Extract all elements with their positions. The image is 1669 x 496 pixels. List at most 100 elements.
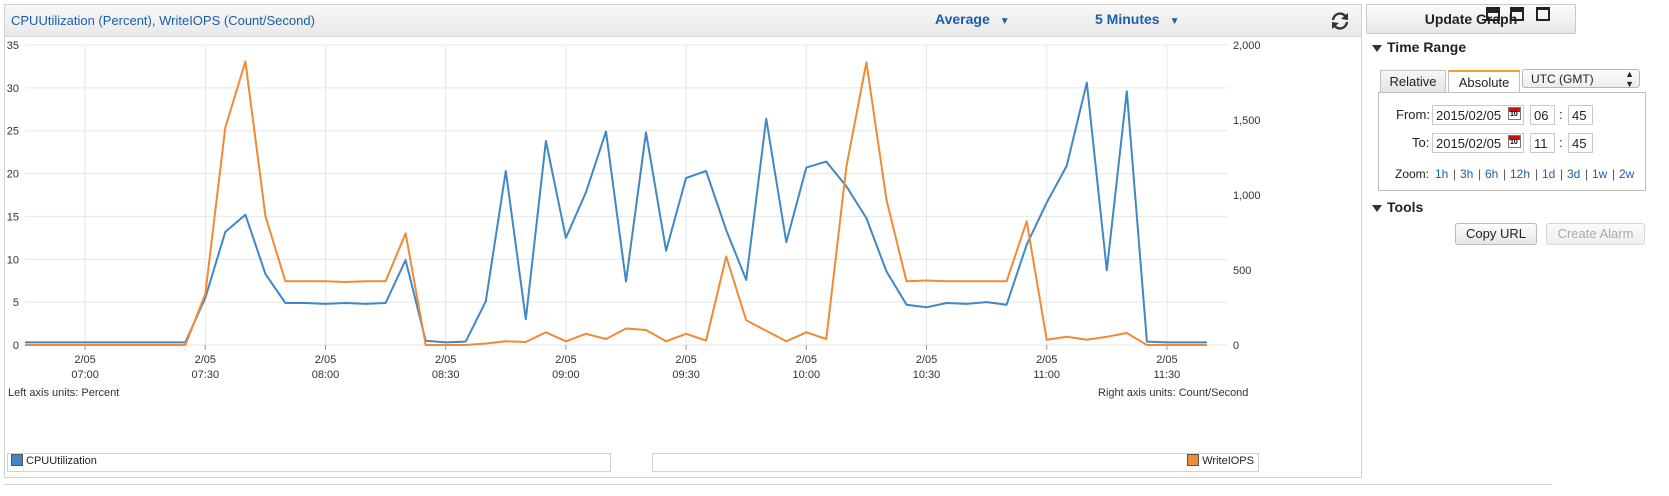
statistic-value: Average (935, 11, 990, 27)
right-tick-label: 1,000 (1233, 190, 1261, 202)
x-tick-date: 2/05 (675, 354, 696, 366)
zoom-separator: | (1453, 167, 1457, 181)
statistic-dropdown[interactable]: Average ▼ (935, 11, 1010, 27)
x-tick-date: 2/05 (315, 354, 336, 366)
zoom-separator: | (1478, 167, 1482, 181)
chevron-down-icon: ▼ (1169, 16, 1180, 27)
legend-right[interactable]: WriteIOPS (652, 453, 1259, 472)
x-tick-time: 10:30 (913, 369, 941, 381)
right-tick-label: 1,500 (1233, 115, 1261, 127)
right-axis-units: Right axis units: Count/Second (1098, 387, 1249, 399)
x-axis: 2/05 07:00 2/05 07:30 2/05 08:00 2/05 08:30 2/05… (71, 345, 1180, 381)
to-hour-field[interactable]: 11 (1530, 133, 1555, 153)
bottom-divider (4, 484, 1552, 485)
right-tick-label: 500 (1233, 265, 1251, 277)
zoom-1d[interactable]: 1d (1542, 167, 1555, 181)
to-time-separator: : (1559, 135, 1563, 150)
double-graph-icon[interactable] (1510, 7, 1524, 21)
x-tick-time: 09:30 (672, 369, 700, 381)
zoom-separator: | (1560, 167, 1564, 181)
absolute-range-panel: From: 2015/02/05 10 06 : 45 To: 2015/02/… (1378, 92, 1646, 191)
left-axis: 0 5 10 15 20 25 30 35 (7, 40, 19, 352)
right-tick-label: 2,000 (1233, 40, 1261, 52)
tools-title-text: Tools (1387, 199, 1424, 215)
x-tick-date: 2/05 (555, 354, 576, 366)
x-tick-date: 2/05 (796, 354, 817, 366)
create-alarm-button: Create Alarm (1546, 223, 1645, 245)
writeiops-legend-label: WriteIOPS (1202, 454, 1254, 467)
x-tick-date: 2/05 (1036, 354, 1057, 366)
zoom-separator: | (1585, 167, 1589, 181)
sidebar: Update Graph Time Range Relative Absolut… (1366, 0, 1669, 496)
zoom-1h[interactable]: 1h (1435, 167, 1448, 181)
cpu-legend-label: CPUUtilization (26, 454, 97, 467)
right-axis: 0 500 1,000 1,500 2,000 (1233, 40, 1261, 352)
tab-relative[interactable]: Relative (1380, 70, 1446, 93)
tab-absolute[interactable]: Absolute (1448, 70, 1520, 94)
zoom-6h[interactable]: 6h (1485, 167, 1498, 181)
calendar-icon[interactable]: 10 (1508, 135, 1521, 148)
left-axis-units: Left axis units: Percent (8, 387, 120, 399)
time-range-title-text: Time Range (1387, 39, 1467, 55)
zoom-label: Zoom: (1395, 167, 1430, 181)
x-tick-date: 2/05 (74, 354, 95, 366)
single-graph-icon[interactable] (1486, 7, 1500, 21)
x-tick-time: 09:00 (552, 369, 580, 381)
from-minute-field[interactable]: 45 (1568, 105, 1593, 125)
zoom-separator: | (1503, 167, 1507, 181)
time-range-section-title[interactable]: Time Range (1372, 39, 1466, 55)
chevron-down-icon: ▼ (999, 16, 1010, 27)
graph-header: CPUUtilization (Percent), WriteIOPS (Cou… (5, 5, 1361, 37)
cpu-legend-swatch (11, 454, 23, 466)
x-tick-time: 08:00 (312, 369, 340, 381)
to-label: To: (1412, 135, 1430, 150)
x-tick-date: 2/05 (916, 354, 937, 366)
triangle-down-icon (1372, 44, 1382, 52)
from-label: From: (1396, 107, 1430, 122)
x-tick-time: 07:00 (71, 369, 99, 381)
metrics-chart[interactable]: 0 5 10 15 20 25 30 35 0 500 1,000 1,500 2,000 2/05 0… (5, 37, 1361, 417)
refresh-icon[interactable] (1329, 10, 1351, 32)
zoom-3h[interactable]: 3h (1460, 167, 1473, 181)
x-tick-date: 2/05 (435, 354, 456, 366)
graph-panel: CPUUtilization (Percent), WriteIOPS (Cou… (4, 4, 1362, 478)
calendar-day-text: 10 (1510, 111, 1518, 118)
from-time-separator: : (1559, 107, 1563, 122)
zoom-1w[interactable]: 1w (1592, 167, 1607, 181)
timezone-value: UTC (GMT) (1531, 72, 1594, 86)
left-tick-label: 35 (7, 40, 19, 52)
left-tick-label: 20 (7, 169, 19, 181)
from-hour-field[interactable]: 06 (1530, 105, 1555, 125)
select-arrows-icon: ▲ ▼ (1625, 69, 1634, 89)
right-tick-label: 0 (1233, 340, 1239, 352)
left-tick-label: 10 (7, 254, 19, 266)
left-tick-label: 15 (7, 211, 19, 223)
calendar-icon[interactable]: 10 (1508, 107, 1521, 120)
zoom-12h[interactable]: 12h (1510, 167, 1530, 181)
x-tick-date: 2/05 (1156, 354, 1177, 366)
graph-title[interactable]: CPUUtilization (Percent), WriteIOPS (Cou… (11, 13, 315, 28)
triangle-down-icon (1372, 204, 1382, 212)
left-tick-label: 0 (13, 340, 19, 352)
copy-url-button[interactable]: Copy URL (1455, 223, 1537, 245)
x-tick-time: 11:30 (1154, 369, 1181, 381)
left-tick-label: 25 (7, 126, 19, 138)
calendar-day-text: 10 (1510, 139, 1518, 146)
zoom-separator: | (1612, 167, 1616, 181)
legend-left[interactable]: CPUUtilization (7, 453, 611, 472)
zoom-2w[interactable]: 2w (1619, 167, 1634, 181)
x-tick-date: 2/05 (195, 354, 216, 366)
x-tick-time: 10:00 (793, 369, 821, 381)
period-value: 5 Minutes (1095, 11, 1160, 27)
zoom-3d[interactable]: 3d (1567, 167, 1580, 181)
to-minute-field[interactable]: 45 (1568, 133, 1593, 153)
full-graph-icon[interactable] (1536, 7, 1550, 21)
timezone-select[interactable]: UTC (GMT) ▲ ▼ (1522, 69, 1640, 89)
left-tick-label: 5 (13, 297, 19, 309)
tools-section-title[interactable]: Tools (1372, 199, 1423, 215)
x-tick-time: 07:30 (192, 369, 220, 381)
x-tick-time: 08:30 (432, 369, 460, 381)
x-tick-time: 11:00 (1033, 369, 1060, 381)
zoom-separator: | (1535, 167, 1539, 181)
period-dropdown[interactable]: 5 Minutes ▼ (1095, 11, 1179, 27)
